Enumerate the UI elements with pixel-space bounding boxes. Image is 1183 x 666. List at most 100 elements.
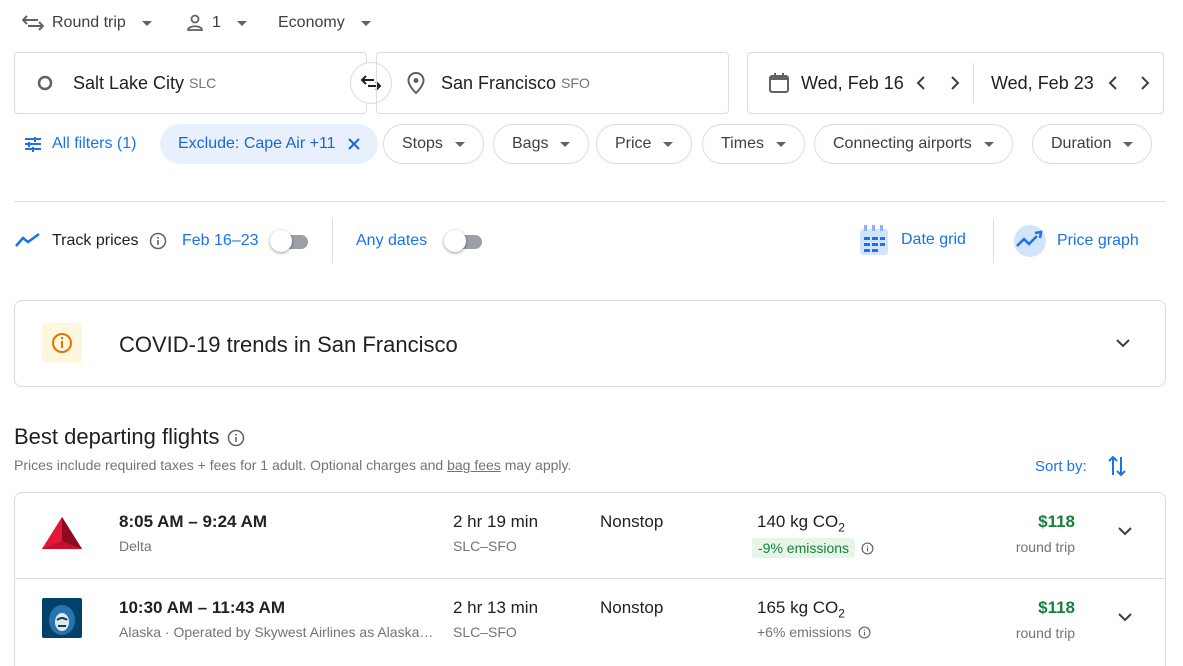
duration-filter-chip[interactable]: Duration xyxy=(1032,124,1153,164)
chevron-down-icon[interactable] xyxy=(1117,611,1133,623)
all-filters-label: All filters (1) xyxy=(52,135,137,152)
price-graph-button[interactable]: Price graph xyxy=(1013,224,1139,258)
covid-trends-title: COVID-19 trends in San Francisco xyxy=(119,332,458,357)
chevron-down-icon xyxy=(560,141,571,147)
bags-filter-label: Bags xyxy=(512,135,549,152)
origin-field[interactable]: Salt Lake City SLC xyxy=(14,52,367,114)
calendar-icon xyxy=(768,72,790,94)
flight-route: SLC–SFO xyxy=(453,624,517,640)
duration-filter-label: Duration xyxy=(1051,135,1112,152)
exclude-airlines-chip[interactable]: Exclude: Cape Air +11 xyxy=(160,124,378,164)
toggle-knob xyxy=(270,230,292,252)
sort-arrows-icon xyxy=(1107,455,1127,477)
co2-subscript: 2 xyxy=(838,520,845,535)
co2-value: 140 kg CO xyxy=(757,512,839,531)
passengers-select[interactable]: 1 xyxy=(186,10,247,36)
results-heading: Best departing flights xyxy=(14,424,220,449)
co2-subscript: 2 xyxy=(838,606,845,621)
flight-times: 8:05 AM – 9:24 AM xyxy=(119,512,268,531)
flight-price-type: round trip xyxy=(1015,625,1075,641)
flight-row[interactable]: 10:30 AM – 11:43 AM Alaska · Operated by… xyxy=(15,578,1165,663)
swap-arrows-icon xyxy=(22,14,44,32)
flight-row[interactable]: 8:05 AM – 9:24 AM Delta 2 hr 19 min SLC–… xyxy=(15,493,1165,578)
flight-price-type: round trip xyxy=(1015,539,1075,555)
chevron-right-icon[interactable] xyxy=(950,75,960,91)
chevron-left-icon[interactable] xyxy=(1108,75,1118,91)
chevron-down-icon[interactable] xyxy=(1117,525,1133,537)
tune-icon xyxy=(24,136,42,152)
trip-type-label: Round trip xyxy=(52,14,126,31)
chevron-down-icon xyxy=(1123,141,1134,147)
delta-logo-icon xyxy=(41,515,83,551)
flight-airline: Delta xyxy=(119,538,152,554)
connecting-airports-filter-chip[interactable]: Connecting airports xyxy=(814,124,1013,164)
flight-stops: Nonstop xyxy=(600,598,664,617)
date-grid-label: Date grid xyxy=(901,231,966,248)
chevron-down-icon[interactable] xyxy=(1115,337,1131,349)
chevron-down-icon xyxy=(663,141,674,147)
date-divider xyxy=(973,63,974,103)
passenger-count: 1 xyxy=(212,14,221,31)
cabin-class-select[interactable]: Economy xyxy=(278,10,371,36)
chevron-right-icon[interactable] xyxy=(1140,75,1150,91)
alaska-logo-icon xyxy=(42,598,82,638)
date-grid-icon xyxy=(859,224,889,256)
chevron-down-icon xyxy=(141,20,152,26)
return-date[interactable]: Wed, Feb 23 xyxy=(991,73,1094,94)
chevron-down-icon xyxy=(454,141,465,147)
chevron-down-icon xyxy=(775,141,786,147)
covid-trends-card[interactable]: COVID-19 trends in San Francisco xyxy=(14,300,1166,387)
track-range-label: Feb 16–23 xyxy=(182,232,259,249)
chevron-down-icon xyxy=(360,20,371,26)
info-icon[interactable] xyxy=(858,626,871,639)
info-icon[interactable] xyxy=(227,429,245,447)
info-icon[interactable] xyxy=(149,232,167,250)
emissions-badge: -9% emissions xyxy=(752,538,856,558)
connecting-airports-filter-label: Connecting airports xyxy=(833,135,972,152)
destination-city: San Francisco xyxy=(441,72,557,93)
destination-field[interactable]: San Francisco SFO xyxy=(376,52,729,114)
trip-type-select[interactable]: Round trip xyxy=(22,10,152,36)
flight-duration: 2 hr 19 min xyxy=(453,512,539,531)
depart-date[interactable]: Wed, Feb 16 xyxy=(801,73,904,94)
flight-stops: Nonstop xyxy=(600,512,664,531)
flight-times: 10:30 AM – 11:43 AM xyxy=(119,598,285,617)
destination-code: SFO xyxy=(561,75,590,91)
date-grid-button[interactable]: Date grid xyxy=(859,224,966,256)
section-divider xyxy=(14,201,1166,202)
bags-filter-chip[interactable]: Bags xyxy=(493,124,590,164)
chevron-down-icon xyxy=(983,141,994,147)
price-filter-label: Price xyxy=(615,135,652,152)
any-dates-toggle[interactable] xyxy=(444,230,484,252)
disclaimer-text-end: may apply. xyxy=(500,457,572,473)
price-filter-chip[interactable]: Price xyxy=(596,124,693,164)
sort-by-label: Sort by: xyxy=(1035,457,1087,475)
origin-code: SLC xyxy=(189,75,217,91)
vertical-divider xyxy=(332,219,333,263)
flight-emissions: +6% emissions xyxy=(757,624,871,640)
flight-co2: 165 kg CO2 xyxy=(757,598,845,620)
vertical-divider xyxy=(993,219,994,263)
close-icon[interactable] xyxy=(347,138,360,150)
times-filter-chip[interactable]: Times xyxy=(702,124,805,164)
cabin-class-label: Economy xyxy=(278,14,345,31)
info-icon[interactable] xyxy=(861,542,874,555)
origin-circle-icon xyxy=(37,75,53,91)
sort-by-button[interactable]: Sort by: xyxy=(1035,455,1127,477)
stops-filter-label: Stops xyxy=(402,135,443,152)
flight-emissions: -9% emissions xyxy=(752,538,874,558)
bag-fees-link[interactable]: bag fees xyxy=(447,457,501,473)
chevron-left-icon[interactable] xyxy=(916,75,926,91)
toggle-knob xyxy=(444,230,466,252)
any-dates-label: Any dates xyxy=(356,232,428,249)
chevron-down-icon xyxy=(236,20,247,26)
track-prices-toggle[interactable] xyxy=(270,230,310,252)
all-filters-button[interactable]: All filters (1) xyxy=(14,124,147,164)
price-graph-label: Price graph xyxy=(1057,232,1139,249)
date-range-field[interactable]: Wed, Feb 16 Wed, Feb 23 xyxy=(747,52,1164,114)
warning-info-icon xyxy=(42,323,82,363)
exclude-airlines-label: Exclude: Cape Air +11 xyxy=(178,135,336,152)
co2-value: 165 kg CO xyxy=(757,598,839,617)
times-filter-label: Times xyxy=(721,135,764,152)
stops-filter-chip[interactable]: Stops xyxy=(383,124,484,164)
